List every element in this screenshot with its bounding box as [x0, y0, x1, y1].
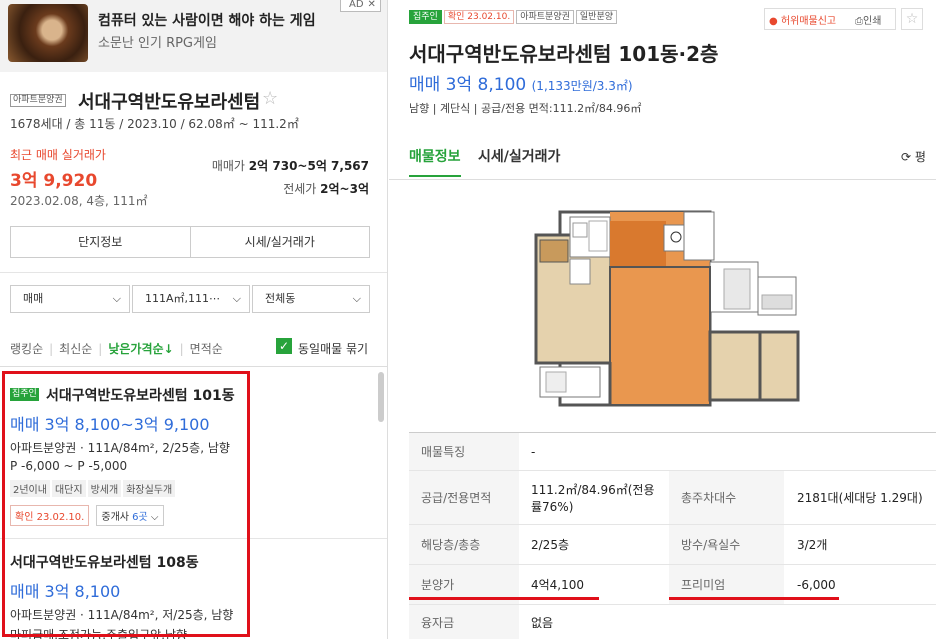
divider: [389, 179, 936, 180]
close-icon[interactable]: ✕: [368, 0, 376, 10]
sale-tag: 일반분양: [575, 10, 618, 24]
ad-label: AD: [349, 0, 364, 10]
table-row: 융자금 없음: [409, 605, 936, 639]
trade-type-select[interactable]: 매매 ⌵: [10, 285, 130, 313]
chevron-down-icon: ⌵: [232, 292, 241, 305]
row-value: 2181대(세대당 1.29대): [797, 491, 923, 505]
divider: [0, 272, 387, 273]
detail-title: 서대구역반도유보라센텀 101동·2층: [409, 42, 719, 66]
favorite-star-icon[interactable]: ☆: [901, 8, 923, 30]
detail-panel: 집주인 확인 23.02.10. 아파트분양권 일반분양 ● 허위매물신고 ⎙인쇄 ☆…: [389, 0, 936, 639]
complex-meta: 1678세대 / 총 11동 / 2023.10 / 62.08㎡ ~ 111.…: [10, 117, 299, 131]
ad-banner[interactable]: 컴퓨터 있는 사람이면 해야 하는 게임 소문난 인기 RPG게임 AD ✕: [0, 0, 387, 72]
chevron-down-icon: ⌵: [112, 292, 121, 305]
sort-ranking[interactable]: 랭킹순: [10, 342, 43, 356]
complex-type-tag: 아파트분양권: [10, 94, 66, 107]
row-label: 공급/전용면적: [409, 471, 519, 524]
ad-badge[interactable]: AD ✕: [340, 0, 381, 12]
highlight-underline: [669, 597, 839, 600]
sort-options: 랭킹순 | 최신순 | 낮은가격순↓ | 면적순: [10, 342, 223, 356]
jeonse-price-range: 전세가 2억~3억: [283, 180, 369, 197]
trade-type-value: 매매: [23, 292, 44, 305]
ad-title[interactable]: 컴퓨터 있는 사람이면 해야 하는 게임: [98, 10, 316, 30]
jeonse-price-value: 2억~3억: [320, 182, 369, 196]
dong-select[interactable]: 전체동 ⌵: [252, 285, 370, 313]
row-value: 없음: [531, 616, 554, 630]
table-row: 공급/전용면적 111.2㎡/84.96㎡(전용률76%) 총주차대수 2181…: [409, 471, 936, 525]
row-label: 해당층/총층: [409, 525, 519, 564]
complex-info-button[interactable]: 단지정보: [11, 227, 190, 257]
group-listings-checkbox[interactable]: ✓: [276, 338, 292, 354]
floor-plan-image[interactable]: [526, 207, 801, 410]
detail-attributes: 남향 | 계단식 | 공급/전용 면적:111.2㎡/84.96㎡: [409, 102, 642, 115]
area-value: 111A㎡,111⋯: [145, 292, 221, 305]
area-select[interactable]: 111A㎡,111⋯ ⌵: [132, 285, 250, 313]
divider: [0, 366, 387, 367]
recent-trade-date: 2023.02.08, 4층, 111㎡: [10, 194, 148, 208]
market-price-button[interactable]: 시세/실거래가: [189, 227, 370, 257]
row-value: 3/2개: [797, 538, 828, 552]
sort-latest[interactable]: 최신순: [59, 342, 92, 356]
owner-tag: 집주인: [409, 10, 442, 24]
tab-market-price[interactable]: 시세/실거래가: [478, 146, 560, 166]
jeonse-price-label: 전세가: [283, 182, 317, 196]
detail-tags: 집주인 확인 23.02.10. 아파트분양권 일반분양: [409, 10, 619, 24]
complex-name: 서대구역반도유보라센텀: [78, 92, 261, 113]
sort-area[interactable]: 면적순: [190, 342, 223, 356]
trade-price-value: 2억 730~5억 7,567: [248, 159, 369, 173]
row-value: -: [531, 444, 536, 459]
group-listings-label[interactable]: 동일매물 묶기: [298, 340, 368, 357]
print-label: 인쇄: [863, 16, 882, 27]
detail-price-per-area: (1,133만원/3.3㎡): [531, 79, 633, 93]
ad-subtitle: 소문난 인기 RPG게임: [98, 36, 217, 51]
favorite-star-icon[interactable]: ☆: [262, 88, 278, 109]
dong-value: 전체동: [265, 292, 296, 305]
table-row: 매물특징 -: [409, 433, 936, 471]
trade-price-range: 매매가 2억 730~5억 7,567: [212, 157, 369, 174]
confirm-tag: 확인 23.02.10.: [443, 10, 515, 24]
chevron-down-icon: ⌵: [352, 292, 361, 305]
table-row: 해당층/총층 2/25층 방수/욕실수 3/2개: [409, 525, 936, 565]
highlight-underline: [409, 597, 599, 600]
tab-listing-info[interactable]: 매물정보: [409, 146, 461, 177]
listing-panel: 컴퓨터 있는 사람이면 해야 하는 게임 소문난 인기 RPG게임 AD ✕ 아파…: [0, 0, 388, 639]
scrollbar[interactable]: [378, 372, 384, 422]
row-label: 총주차대수: [669, 471, 784, 524]
complex-button-row: 단지정보 시세/실거래가: [10, 226, 370, 258]
row-value: 111.2㎡/84.96㎡(전용률76%): [531, 482, 655, 514]
row-label: 융자금: [409, 605, 519, 639]
detail-price: 매매 3억 8,100 (1,133만원/3.3㎡): [409, 70, 633, 95]
print-icon: ⎙: [855, 16, 863, 27]
sort-low-price[interactable]: 낮은가격순↓: [108, 342, 173, 356]
refresh-button[interactable]: ⟳ 평: [901, 148, 926, 165]
report-button[interactable]: ● 허위매물신고: [769, 12, 836, 27]
row-value: 2/25층: [531, 538, 569, 552]
trade-price-label: 매매가: [211, 159, 245, 173]
report-label: 허위매물신고: [780, 16, 837, 27]
highlight-box: [2, 371, 250, 637]
print-button[interactable]: ⎙인쇄: [855, 12, 881, 27]
recent-trade-price: 3억 9,920: [10, 171, 98, 191]
recent-trade-label: 최근 매매 실거래가: [10, 148, 106, 162]
ad-image[interactable]: [8, 4, 88, 62]
type-tag: 아파트분양권: [516, 10, 574, 24]
detail-price-value: 매매 3억 8,100: [409, 75, 527, 95]
siren-icon: ●: [769, 16, 778, 27]
row-label: 매물특징: [409, 433, 519, 470]
row-label: 방수/욕실수: [669, 525, 784, 564]
